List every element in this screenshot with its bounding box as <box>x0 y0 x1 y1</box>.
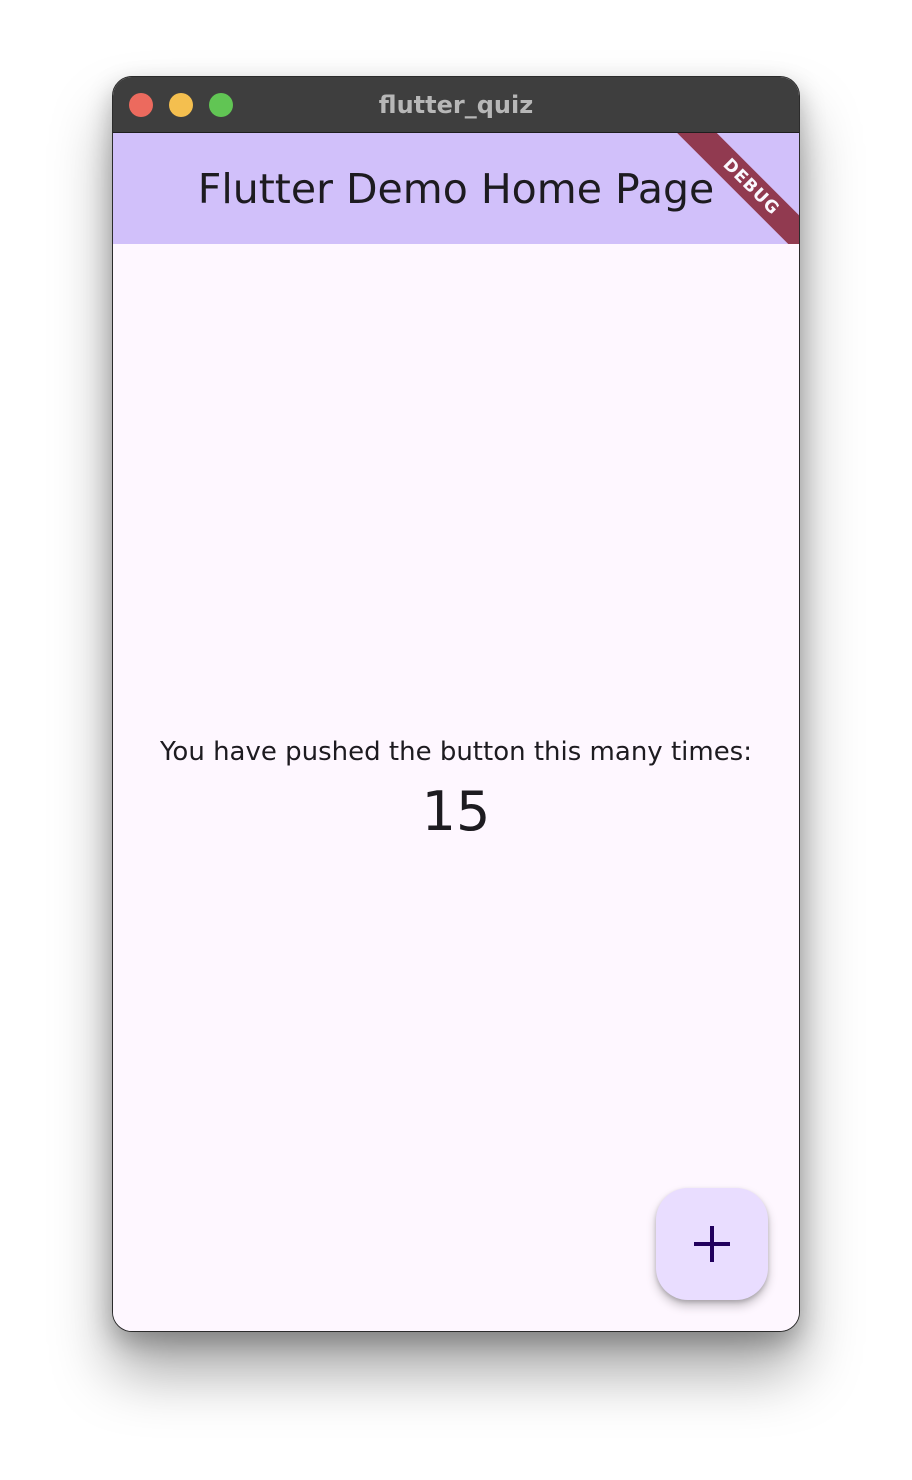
main-content: You have pushed the button this many tim… <box>113 244 799 1331</box>
app-window: flutter_quiz Flutter Demo Home Page DEBU… <box>112 76 800 1332</box>
window-titlebar[interactable]: flutter_quiz <box>113 77 799 133</box>
counter-message: You have pushed the button this many tim… <box>159 737 752 767</box>
page-title: Flutter Demo Home Page <box>197 164 715 213</box>
counter-value: 15 <box>421 780 491 843</box>
app-bar: Flutter Demo Home Page <box>113 133 799 244</box>
window-title: flutter_quiz <box>378 91 534 119</box>
increment-button[interactable] <box>656 1188 768 1300</box>
plus-icon <box>694 1226 730 1262</box>
